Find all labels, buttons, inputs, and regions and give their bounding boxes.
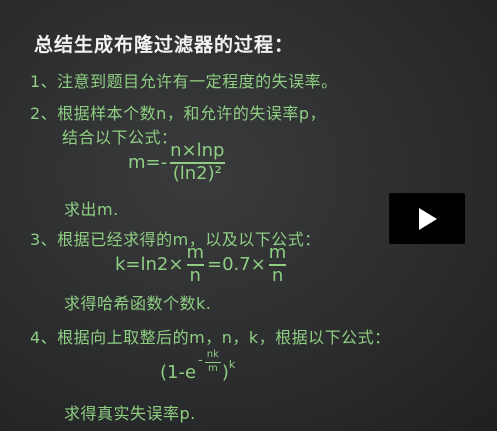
step-2-result: 求出m. [64, 200, 119, 219]
formula-m-denominator: (ln2)² [169, 161, 225, 184]
formula-p-open: (1-e [160, 362, 197, 383]
formula-m: m=- n×lnp (ln2)² [128, 140, 227, 184]
formula-p-exp-fraction: nk m [204, 349, 222, 375]
formula-p-exponent: - nk m [198, 349, 222, 375]
step-2-text: 2、根据样本个数n，和允许的失误率p， [30, 104, 326, 123]
formula-k-frac2-denominator: n [268, 263, 287, 286]
video-slide: 总结生成布隆过滤器的过程： 1、注意到题目允许有一定程度的失误率。 2、根据样本… [0, 0, 497, 431]
formula-m-lhs: m=- [128, 152, 168, 174]
formula-p: (1-e - nk m ) k [160, 349, 235, 388]
formula-p-close: ) [221, 362, 229, 383]
step-4-result: 求得真实失误率p. [64, 404, 196, 423]
formula-p-exp-sign: - [198, 353, 203, 368]
step-3-result: 求得哈希函数个数k. [64, 294, 212, 313]
formula-k-lhs: k=ln2× [115, 254, 184, 276]
formula-m-numerator: n×lnp [170, 140, 225, 161]
formula-k-mid: =0.7× [207, 254, 266, 276]
formula-k-frac1-denominator: n [186, 263, 204, 286]
play-button[interactable] [389, 193, 465, 244]
step-1-text: 1、注意到题目允许有一定程度的失误率。 [30, 72, 338, 91]
formula-p-power: k [228, 358, 236, 371]
formula-k-fraction-1: m n [183, 242, 207, 286]
formula-k-fraction-2: m n [266, 242, 290, 286]
slide-title: 总结生成布隆过滤器的过程： [34, 34, 295, 56]
play-icon [419, 208, 437, 230]
formula-k-frac2-numerator: m [268, 242, 287, 263]
formula-m-fraction: n×lnp (ln2)² [167, 140, 227, 184]
formula-k-frac1-numerator: m [186, 242, 204, 263]
formula-p-exp-numerator: nk [206, 349, 219, 360]
formula-k: k=ln2× m n =0.7× m n [115, 242, 290, 286]
step-4-text: 4、根据向上取整后的m，n，k，根据以下公式： [30, 328, 391, 347]
formula-p-exp-denominator: m [204, 361, 221, 375]
